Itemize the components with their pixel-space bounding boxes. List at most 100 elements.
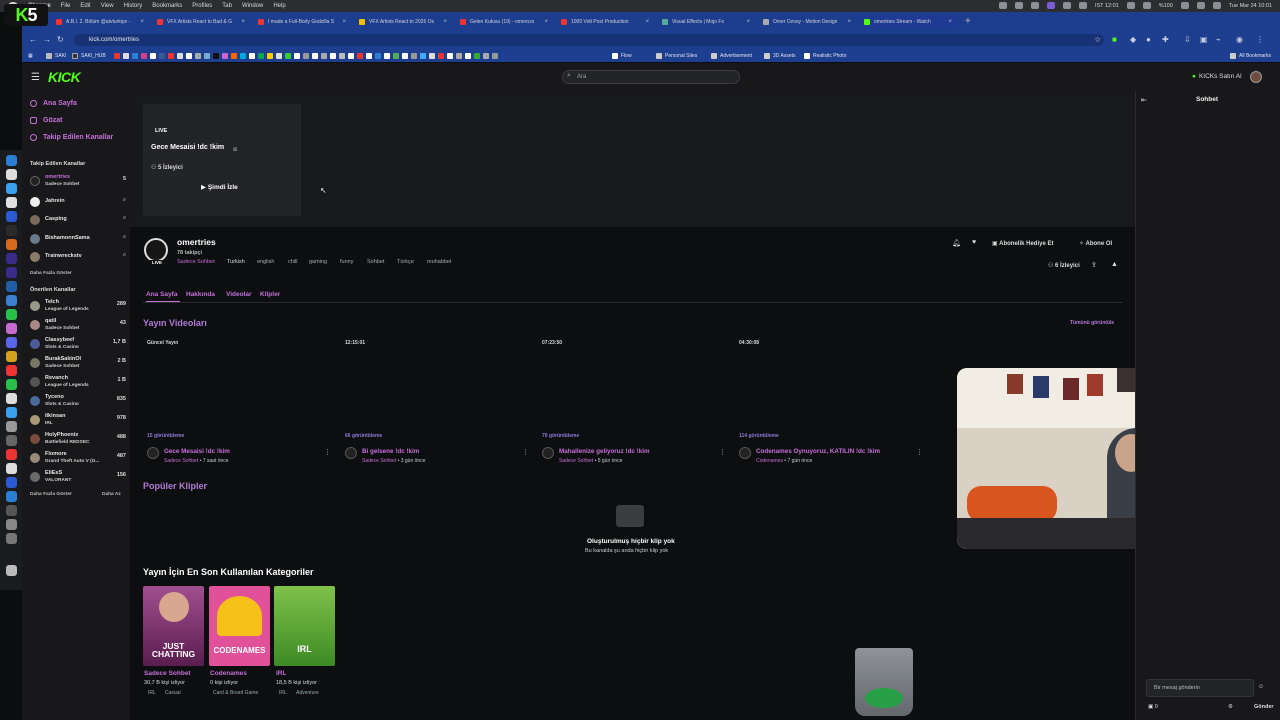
menu-tab[interactable]: Tab <box>222 3 232 9</box>
stream-tag[interactable]: Turkish <box>227 259 245 265</box>
tray-app-icon[interactable] <box>1062 2 1071 9</box>
control-center-icon[interactable] <box>1212 2 1221 9</box>
app-icon[interactable] <box>6 281 17 292</box>
bookmark-icon[interactable] <box>186 53 192 59</box>
recommended-channel[interactable]: Classybeef Slots & Casino 1,7 B <box>30 337 126 353</box>
buy-kicks-button[interactable]: ● KICKs Satın Al <box>1192 73 1242 80</box>
close-icon[interactable]: × <box>544 19 548 25</box>
share-icon[interactable]: ⇪ <box>1091 261 1097 269</box>
chat-settings-icon[interactable]: ⚙ <box>1228 704 1233 710</box>
bookmark-icon[interactable] <box>150 53 156 59</box>
bookmark-icon[interactable] <box>429 53 435 59</box>
extension-icon[interactable]: ● <box>1146 35 1151 44</box>
sidebar-item-following[interactable]: Takip Edilen Kanallar <box>30 134 113 141</box>
bookmark-icon[interactable] <box>330 53 336 59</box>
browser-tab[interactable]: Visual Effects | Mojo Fx × <box>656 16 756 28</box>
bookmark-saki[interactable]: SAKI <box>46 52 66 60</box>
app-icon[interactable] <box>6 197 17 208</box>
close-icon[interactable]: × <box>241 19 245 25</box>
bookmark-icon[interactable] <box>222 53 228 59</box>
bookmark-icon[interactable] <box>366 53 372 59</box>
tab-home[interactable]: Ana Sayfa <box>146 291 177 298</box>
category-tag[interactable]: Card & Board Game <box>213 690 258 696</box>
bookmark-icon[interactable] <box>339 53 345 59</box>
browser-tab[interactable]: 1000 Volt Post Production × <box>555 16 655 28</box>
watch-now-button[interactable]: ▶ Şimdi İzle <box>201 183 238 191</box>
bookmark-folder-personal-sites[interactable]: Personal Sites <box>656 52 697 60</box>
collapse-chat-icon[interactable]: ⇤ <box>1141 96 1147 104</box>
bookmark-realistic-photo[interactable]: Realistic Photo <box>804 52 846 60</box>
app-icon[interactable] <box>6 351 17 362</box>
apps-grid-icon[interactable]: ▦ <box>28 52 33 60</box>
bookmark-icon[interactable] <box>195 53 201 59</box>
category-tag[interactable]: Casual <box>165 690 181 696</box>
extension-icon[interactable]: ▣ <box>1200 35 1208 44</box>
bookmark-icon[interactable] <box>267 53 273 59</box>
bookmark-icon[interactable] <box>456 53 462 59</box>
bookmark-icon[interactable] <box>294 53 300 59</box>
browser-tab[interactable]: VFX Artists React to Bad & G × <box>151 16 251 28</box>
followed-channel[interactable]: Casping ⌀ <box>30 213 126 229</box>
recommended-channel[interactable]: BurakSakinOl Sadece Sohbet 2 B <box>30 356 126 372</box>
safari-icon[interactable] <box>6 183 17 194</box>
category-card-just-chatting[interactable]: JUST CHATTING <box>143 586 204 666</box>
stream-tag[interactable]: gaming <box>309 259 327 265</box>
bookmark-flow[interactable]: Flow <box>612 52 632 60</box>
world-clock[interactable]: IST 12:01 <box>1095 3 1119 9</box>
bookmark-icon[interactable] <box>438 53 444 59</box>
category-tag[interactable]: Adventure <box>296 690 319 696</box>
avatar[interactable] <box>542 447 554 459</box>
menu-window[interactable]: Window <box>242 3 263 9</box>
bookmark-icon[interactable] <box>492 53 498 59</box>
report-icon[interactable]: ▲ <box>1111 261 1118 268</box>
menu-history[interactable]: History <box>124 3 143 9</box>
subscribe-button[interactable]: ✧ Abone Ol <box>1079 240 1112 247</box>
emoji-icon[interactable]: ☺ <box>1258 684 1264 690</box>
recommended-channel[interactable]: Tyceno Slots & Casino 835 <box>30 394 126 410</box>
browser-tab[interactable]: Omer Ozsoy - Motion Design × <box>757 16 857 28</box>
app-icon[interactable] <box>6 533 17 544</box>
bookmark-icon[interactable] <box>474 53 480 59</box>
menu-file[interactable]: File <box>61 3 71 9</box>
tray-app-icon[interactable] <box>1078 2 1087 9</box>
bookmark-icon[interactable] <box>384 53 390 59</box>
avatar[interactable] <box>147 447 159 459</box>
app-icon[interactable] <box>6 463 17 474</box>
followed-channel[interactable]: Jahrein ⌀ <box>30 195 126 211</box>
video-title-link[interactable]: Bi gelsene !dc !kim <box>362 448 419 455</box>
wifi-icon[interactable] <box>1180 2 1189 9</box>
app-icon[interactable] <box>6 421 17 432</box>
app-icon[interactable] <box>6 407 17 418</box>
bookmark-folder-3d-assets[interactable]: 3D Assets <box>764 52 796 60</box>
recommended-channel[interactable]: ilkinsan IRL 978 <box>30 413 126 429</box>
bookmark-star-icon[interactable]: ☆ <box>1094 35 1101 44</box>
recommended-channel[interactable]: EliEsS VALORANT 156 <box>30 470 126 486</box>
bookmark-icon[interactable] <box>447 53 453 59</box>
trash-icon[interactable] <box>6 565 17 576</box>
bookmark-icon[interactable] <box>375 53 381 59</box>
menu-kebab-icon[interactable]: ⋮ <box>1256 35 1264 44</box>
bookmark-icon[interactable] <box>132 53 138 59</box>
bookmark-icon[interactable] <box>411 53 417 59</box>
extension-icon[interactable]: ◆ <box>1130 35 1136 44</box>
bookmark-icon[interactable] <box>168 53 174 59</box>
category-card-codenames[interactable]: CODENAMES <box>209 586 270 666</box>
see-all-videos-link[interactable]: Tümünü görüntüle <box>1070 320 1114 326</box>
stream-tag[interactable]: chill <box>288 259 297 265</box>
bookmark-icon[interactable] <box>114 53 120 59</box>
bookmark-icon[interactable] <box>213 53 219 59</box>
recommended-channel[interactable]: HolyPhoenix Battlefield REDSEC 488 <box>30 432 126 448</box>
close-icon[interactable]: × <box>443 19 447 25</box>
app-icon[interactable] <box>6 449 17 460</box>
recommended-channel[interactable]: Revanch League of Legends 1 B <box>30 375 126 391</box>
bookmark-icon[interactable] <box>393 53 399 59</box>
profile-avatar-icon[interactable]: ◉ <box>1236 35 1243 44</box>
premiere-icon[interactable] <box>6 253 17 264</box>
app-icon[interactable] <box>6 519 17 530</box>
stream-tag[interactable]: Türkçe <box>397 259 414 265</box>
browser-tab[interactable]: I made a Full-Body Godzilla S × <box>252 16 352 28</box>
bookmark-icon[interactable] <box>312 53 318 59</box>
bookmark-icon[interactable] <box>276 53 282 59</box>
category-link[interactable]: Sadece Sohbet <box>177 259 215 265</box>
hamburger-menu-icon[interactable]: ☰ <box>31 72 40 83</box>
